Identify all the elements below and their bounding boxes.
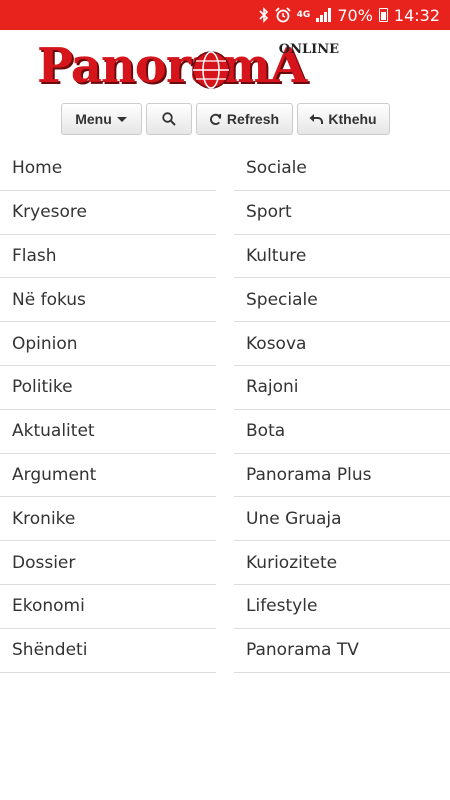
nav-item-lifestyle[interactable]: Lifestyle [234, 585, 450, 629]
nav-item-dossier[interactable]: Dossier [0, 541, 216, 585]
nav-right-column: Sociale Sport Kulture Speciale Kosova Ra… [234, 147, 450, 673]
back-button[interactable]: Kthehu [296, 103, 390, 135]
battery-icon [378, 8, 388, 22]
refresh-icon [209, 113, 221, 125]
menu-button[interactable]: Menu [60, 103, 142, 135]
nav-item-speciale[interactable]: Speciale [234, 278, 450, 323]
nav-item-kuriozitete[interactable]: Kuriozitete [234, 541, 450, 585]
nav-item-ne-fokus[interactable]: Në fokus [0, 278, 216, 323]
battery-percent: 70% [337, 5, 373, 25]
nav-item-bota[interactable]: Bota [234, 410, 450, 454]
refresh-button[interactable]: Refresh [195, 103, 293, 135]
signal-icon [316, 8, 332, 22]
logo-online-tag: ONLINE [278, 42, 339, 57]
nav-item-sport[interactable]: Sport [234, 191, 450, 235]
status-bar: 4G 70% 14:32 [0, 0, 450, 30]
globe-icon [192, 51, 230, 89]
nav-item-une-gruaja[interactable]: Une Gruaja [234, 497, 450, 542]
nav-item-shendeti[interactable]: Shëndeti [0, 629, 216, 673]
nav-item-sociale[interactable]: Sociale [234, 147, 450, 191]
search-button[interactable] [145, 103, 192, 135]
alarm-icon [275, 7, 291, 23]
back-label: Kthehu [328, 111, 377, 127]
refresh-label: Refresh [226, 111, 280, 127]
search-icon [161, 112, 176, 126]
bluetooth-icon [259, 7, 269, 23]
nav-left-column: Home Kryesore Flash Në fokus Opinion Pol… [0, 147, 216, 673]
nav-item-home[interactable]: Home [0, 147, 216, 191]
nav-item-kosova[interactable]: Kosova [234, 322, 450, 366]
nav-item-flash[interactable]: Flash [0, 235, 216, 279]
nav-item-aktualitet[interactable]: Aktualitet [0, 410, 216, 454]
nav-item-opinion[interactable]: Opinion [0, 322, 216, 366]
caret-down-icon [116, 116, 127, 122]
panorama-logo[interactable]: PanoramA ONLINE [37, 38, 413, 96]
header: PanoramA ONLINE [0, 38, 450, 96]
menu-label: Menu [75, 111, 112, 127]
clock: 14:32 [393, 5, 440, 25]
nav-item-argument[interactable]: Argument [0, 454, 216, 498]
nav-item-panorama-tv[interactable]: Panorama TV [234, 629, 450, 673]
nav-item-panorama-plus[interactable]: Panorama Plus [234, 454, 450, 498]
nav-item-kulture[interactable]: Kulture [234, 235, 450, 279]
logo-text: PanoramA [37, 38, 307, 94]
network-type: 4G [296, 10, 311, 20]
nav-item-ekonomi[interactable]: Ekonomi [0, 585, 216, 629]
nav-item-rajoni[interactable]: Rajoni [234, 366, 450, 410]
nav-item-kronike[interactable]: Kronike [0, 497, 216, 542]
reply-icon [309, 114, 324, 124]
nav-item-kryesore[interactable]: Kryesore [0, 191, 216, 235]
nav-item-politike[interactable]: Politike [0, 366, 216, 410]
toolbar: Menu Refresh Kthehu [0, 103, 450, 135]
